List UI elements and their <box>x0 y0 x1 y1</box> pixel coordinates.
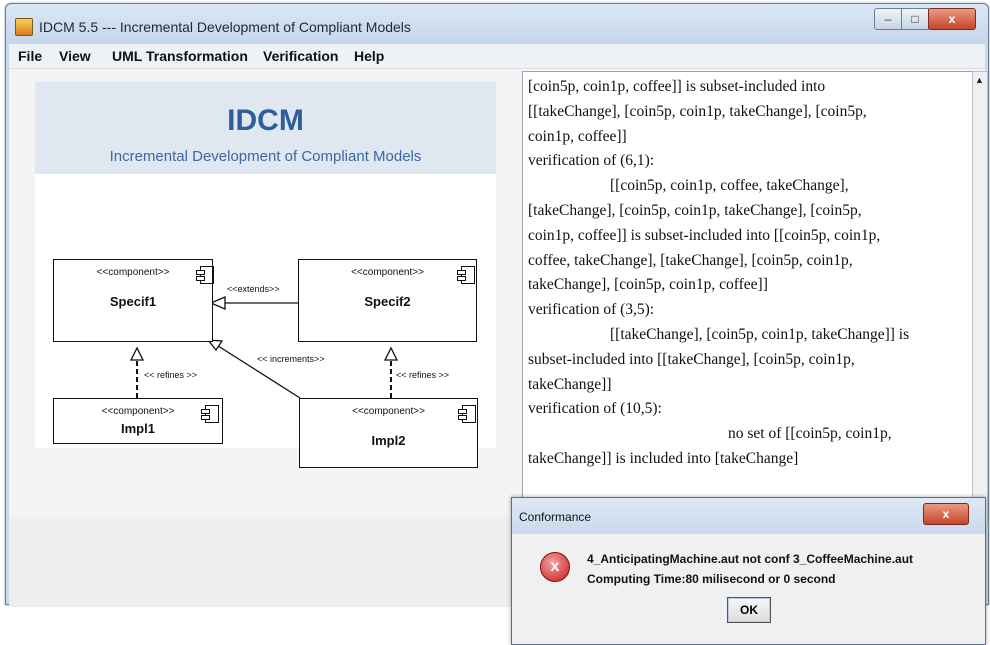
error-icon: x <box>540 552 570 582</box>
component-name: Specif1 <box>109 294 157 309</box>
refines-label-1: << refines >> <box>144 370 198 380</box>
output-line: [[takeChange], [coin5p, coin1p, takeChan… <box>610 325 910 343</box>
output-line: takeChange], [coin5p, coin1p, coffee]] <box>528 276 768 294</box>
extends-arrowhead <box>209 296 226 310</box>
output-line: verification of (10,5): <box>528 400 662 418</box>
lower-panel <box>9 517 529 607</box>
output-line: [[coin5p, coin1p, coffee, takeChange], <box>610 177 849 195</box>
refines-arrowhead-2 <box>383 346 399 361</box>
dialog-title-bar[interactable]: Conformance x <box>512 498 985 534</box>
component-icon <box>457 266 475 284</box>
banner-title: IDCM <box>227 104 304 137</box>
component-specif2[interactable]: <<component>> Specif2 <box>298 259 477 342</box>
component-impl2[interactable]: <<component>> Impl2 <box>299 398 478 468</box>
component-specif1[interactable]: <<component>> Specif1 <box>53 259 214 342</box>
dialog-message: 4_AnticipatingMachine.aut not conf 3_Cof… <box>587 552 914 566</box>
dialog-computing-time: Computing Time:80 milisecond or 0 second <box>587 572 836 586</box>
banner-subtitle: Incremental Development of Compliant Mod… <box>109 148 422 165</box>
refines-label-2: << refines >> <box>396 370 450 380</box>
output-line: takeChange]] is included into [takeChang… <box>528 449 799 467</box>
stereotype-label: <<component>> <box>96 267 170 278</box>
scroll-up-arrow-icon[interactable]: ▲ <box>975 75 984 85</box>
ok-button[interactable]: OK <box>727 597 771 623</box>
component-icon <box>196 266 214 284</box>
title-bar[interactable]: IDCM 5.5 --- Incremental Development of … <box>6 4 988 44</box>
component-name: Specif2 <box>364 294 411 309</box>
output-line: coffee, takeChange], [takeChange], [coin… <box>528 251 853 269</box>
output-line: no set of [[coin5p, coin1p, <box>728 425 892 443</box>
output-line: coin1p, coffee]] <box>528 127 627 145</box>
menu-help[interactable]: Help <box>354 48 384 64</box>
minimize-button[interactable]: – <box>874 8 902 30</box>
output-line: [takeChange], [coin5p, coin1p, takeChang… <box>528 201 862 219</box>
verification-output[interactable]: [coin5p, coin1p, coffee]] is subset-incl… <box>522 71 974 525</box>
idcm-banner: IDCM Incremental Development of Complian… <box>35 82 496 174</box>
java-app-icon <box>15 18 33 36</box>
output-line: coin1p, coffee]] is subset-included into… <box>528 226 881 244</box>
window-title: IDCM 5.5 --- Incremental Development of … <box>39 19 411 35</box>
maximize-button[interactable]: □ <box>901 8 929 30</box>
stereotype-label: <<component>> <box>352 406 425 417</box>
menu-verification[interactable]: Verification <box>263 48 338 64</box>
component-impl1[interactable]: <<component>> Impl1 <box>53 398 223 444</box>
increments-line <box>214 343 301 399</box>
output-line: verification of (6,1): <box>528 152 655 170</box>
stereotype-label: <<component>> <box>351 267 424 278</box>
output-line: [coin5p, coin1p, coffee]] is subset-incl… <box>528 78 826 95</box>
increments-label: << increments>> <box>257 354 325 364</box>
output-line: verification of (3,5): <box>528 301 655 319</box>
extends-label: <<extends>> <box>227 284 280 294</box>
menu-view[interactable]: View <box>59 48 91 64</box>
output-line: subset-included into [[takeChange], [coi… <box>528 350 855 368</box>
menu-bar: File View UML Transformation Verificatio… <box>9 44 985 68</box>
refines-arrowhead-1 <box>129 346 145 361</box>
vertical-scrollbar[interactable] <box>972 71 988 525</box>
dialog-close-button[interactable]: x <box>923 503 969 525</box>
close-button[interactable]: x <box>928 8 976 30</box>
output-line: [[takeChange], [coin5p, coin1p, takeChan… <box>528 102 867 120</box>
menu-uml-transformation[interactable]: UML Transformation <box>112 48 248 64</box>
component-name: Impl1 <box>121 421 155 436</box>
component-name: Impl2 <box>371 433 406 448</box>
conformance-dialog: Conformance x x 4_AnticipatingMachine.au… <box>511 497 986 645</box>
stereotype-label: <<component>> <box>101 406 175 417</box>
output-line: takeChange]] <box>528 375 612 393</box>
menu-file[interactable]: File <box>18 48 42 64</box>
component-icon <box>458 405 476 423</box>
component-diagram: <<component>> Specif1 <<component>> Spec… <box>35 174 496 468</box>
dialog-title: Conformance <box>519 510 592 524</box>
